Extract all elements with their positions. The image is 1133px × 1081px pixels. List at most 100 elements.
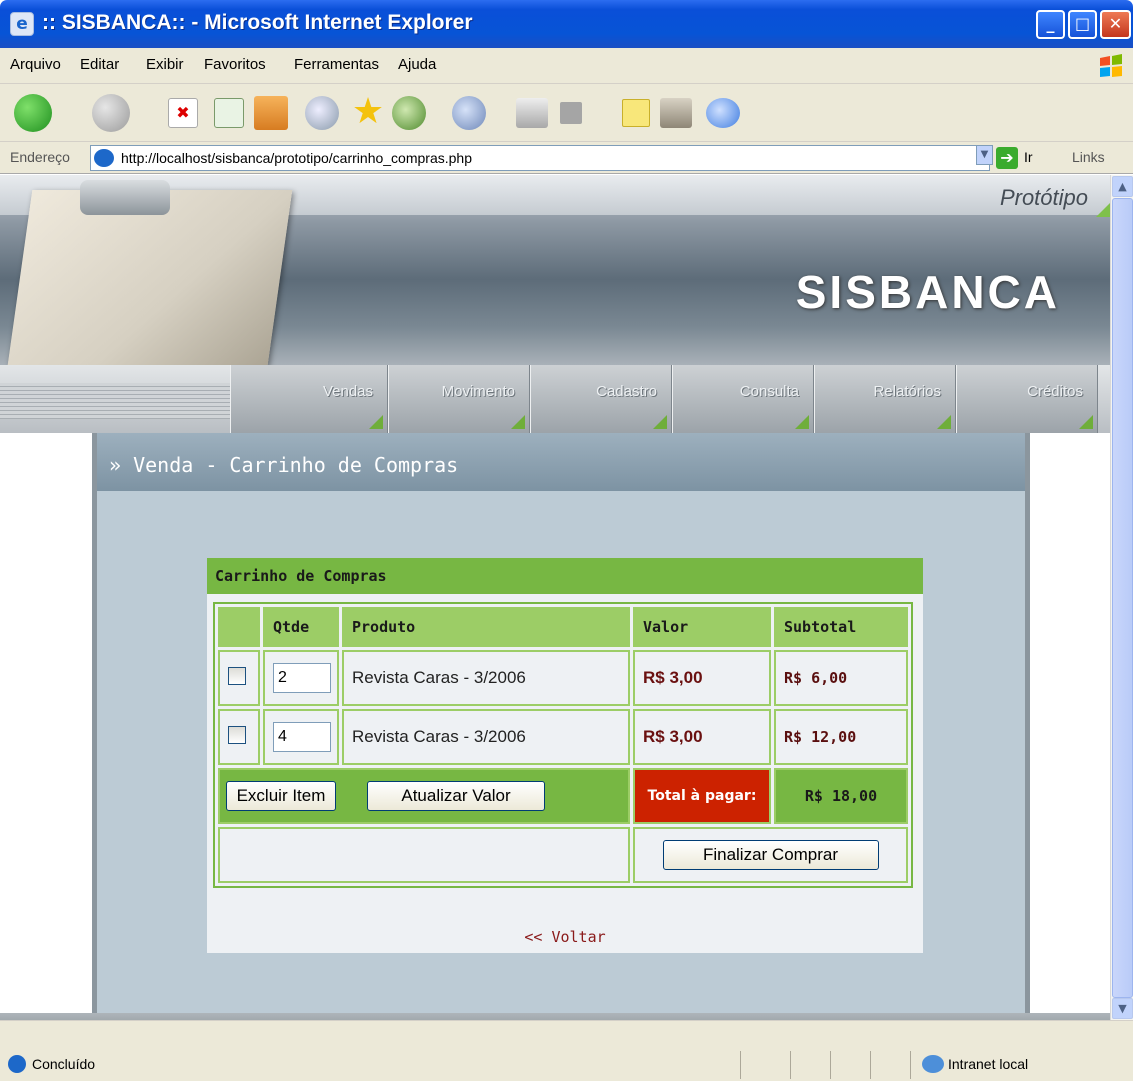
address-label: Endereço <box>10 149 70 165</box>
item-subtotal: R$ 12,00 <box>774 709 908 765</box>
nav-tab-creditos[interactable]: Créditos <box>956 365 1098 433</box>
brand-logo: SISBANCA <box>795 266 1060 318</box>
nav-tab-movimento[interactable]: Movimento <box>388 365 530 433</box>
back-link[interactable]: << Voltar <box>207 928 923 946</box>
bullet-icon: » <box>109 453 134 477</box>
address-url: http://localhost/sisbanca/prototipo/carr… <box>121 150 472 166</box>
status-bar: Concluído Intranet local <box>0 1020 1133 1081</box>
maximize-button[interactable]: □ <box>1068 10 1097 39</box>
mail-icon[interactable] <box>452 96 486 130</box>
product-name: Revista Caras - 3/2006 <box>342 650 630 706</box>
menu-favoritos[interactable]: Favoritos <box>204 56 266 73</box>
scroll-down-icon[interactable]: ▼ <box>1112 998 1133 1019</box>
column-header-valor: Valor <box>633 607 771 647</box>
close-button[interactable]: ✕ <box>1100 10 1131 39</box>
nav-tab-cadastro[interactable]: Cadastro <box>530 365 672 433</box>
scroll-thumb[interactable] <box>1112 198 1133 998</box>
panel-header: » Venda - Carrinho de Compras <box>97 433 1025 491</box>
go-arrow-icon: ➔ <box>996 147 1018 169</box>
column-header-subtotal: Subtotal <box>774 607 908 647</box>
stop-icon[interactable]: ✖ <box>168 98 198 128</box>
prototype-tag: Protótipo <box>999 185 1088 210</box>
quantity-input[interactable]: 4 <box>273 722 331 752</box>
quantity-input[interactable]: 2 <box>273 663 331 693</box>
table-row: 4 Revista Caras - 3/2006 R$ 3,00 R$ 12,0… <box>218 709 908 765</box>
search-icon[interactable] <box>305 96 339 130</box>
forward-icon[interactable] <box>92 94 130 132</box>
main-nav: Vendas Movimento Cadastro Consulta Relat… <box>0 365 1110 433</box>
table-header-row: Qtde Produto Valor Subtotal <box>218 607 908 647</box>
total-value: R$ 18,00 <box>774 768 908 824</box>
update-value-button[interactable]: Atualizar Valor <box>367 781 546 811</box>
header-banner: Protótipo SISBANCA <box>0 175 1110 365</box>
title-bar: e :: SISBANCA:: - Microsoft Internet Exp… <box>0 0 1133 48</box>
column-header-produto: Produto <box>342 607 630 647</box>
tab-corner-icon <box>1079 415 1093 429</box>
menu-ferramentas[interactable]: Ferramentas <box>294 56 379 73</box>
cart-title: Carrinho de Compras <box>215 567 387 585</box>
toolbar: ✖ ★ <box>0 84 1133 142</box>
intranet-zone-icon <box>922 1055 944 1073</box>
clipboard-clip <box>80 180 170 215</box>
security-zone: Intranet local <box>948 1056 1029 1072</box>
nav-tab-relatorios[interactable]: Relatórios <box>814 365 956 433</box>
column-header-qtde: Qtde <box>263 607 339 647</box>
notes-icon[interactable] <box>622 99 650 127</box>
tab-corner-icon <box>795 415 809 429</box>
shopping-cart: Carrinho de Compras Qtde Produto Valor S… <box>207 558 923 953</box>
back-icon[interactable] <box>14 94 52 132</box>
unit-price: R$ 3,00 <box>633 650 771 706</box>
menu-arquivo[interactable]: Arquivo <box>10 56 61 73</box>
item-checkbox[interactable] <box>228 667 246 685</box>
address-dropdown-icon[interactable]: ▼ <box>976 145 993 165</box>
minimize-button[interactable]: _ <box>1036 10 1065 39</box>
table-row: 2 Revista Caras - 3/2006 R$ 3,00 R$ 6,00 <box>218 650 908 706</box>
favorites-icon[interactable]: ★ <box>350 94 386 131</box>
cart-header: Carrinho de Compras <box>207 558 923 594</box>
product-name: Revista Caras - 3/2006 <box>342 709 630 765</box>
ie-icon: e <box>10 12 34 36</box>
menu-editar[interactable]: Editar <box>80 56 119 73</box>
panel-title: Venda - Carrinho de Compras <box>133 453 459 477</box>
links-button[interactable]: Links <box>1072 149 1105 165</box>
page-viewport: Protótipo SISBANCA Vendas Movimento Cada… <box>0 175 1110 1020</box>
cart-table: Qtde Produto Valor Subtotal 2 Revista Ca… <box>213 602 913 888</box>
research-icon[interactable] <box>660 98 692 128</box>
refresh-icon[interactable] <box>214 98 244 128</box>
print-icon[interactable] <box>516 98 548 128</box>
tab-corner-icon <box>653 415 667 429</box>
clipboard-image <box>7 190 293 365</box>
menu-ajuda[interactable]: Ajuda <box>398 56 436 73</box>
nav-tab-consulta[interactable]: Consulta <box>672 365 814 433</box>
item-checkbox[interactable] <box>228 726 246 744</box>
item-subtotal: R$ 6,00 <box>774 650 908 706</box>
status-text: Concluído <box>32 1056 96 1072</box>
delete-item-button[interactable]: Excluir Item <box>226 781 336 811</box>
edit-icon[interactable] <box>560 102 582 124</box>
tab-corner-icon <box>937 415 951 429</box>
home-icon[interactable] <box>254 96 288 130</box>
vertical-scrollbar[interactable]: ▲ ▼ <box>1110 175 1133 1020</box>
corner-triangle-icon <box>1096 203 1110 217</box>
scroll-up-icon[interactable]: ▲ <box>1112 176 1133 197</box>
windows-logo-icon <box>1100 54 1122 77</box>
menu-bar: Arquivo Editar Exibir Favoritos Ferramen… <box>0 48 1133 84</box>
menu-exibir[interactable]: Exibir <box>146 56 184 73</box>
finish-purchase-button[interactable]: Finalizar Comprar <box>662 840 879 870</box>
totals-row: Excluir Item Atualizar Valor Total à pag… <box>218 768 908 824</box>
tab-corner-icon <box>369 415 383 429</box>
address-input[interactable]: http://localhost/sisbanca/prototipo/carr… <box>90 145 990 171</box>
page-status-icon <box>8 1055 26 1073</box>
messenger-icon[interactable] <box>706 98 740 128</box>
total-label: Total à pagar: <box>633 768 771 824</box>
nav-tab-vendas[interactable]: Vendas <box>230 365 388 433</box>
unit-price: R$ 3,00 <box>633 709 771 765</box>
footer-band <box>0 1013 1110 1020</box>
go-button[interactable]: ➔ Ir <box>996 145 1056 171</box>
history-icon[interactable] <box>392 96 426 130</box>
select-column-header <box>218 607 260 647</box>
content-panel: » Venda - Carrinho de Compras Carrinho d… <box>92 433 1030 1020</box>
finish-row: Finalizar Comprar <box>218 827 908 883</box>
page-icon <box>94 149 114 167</box>
window-title: :: SISBANCA:: - Microsoft Internet Explo… <box>42 11 473 34</box>
